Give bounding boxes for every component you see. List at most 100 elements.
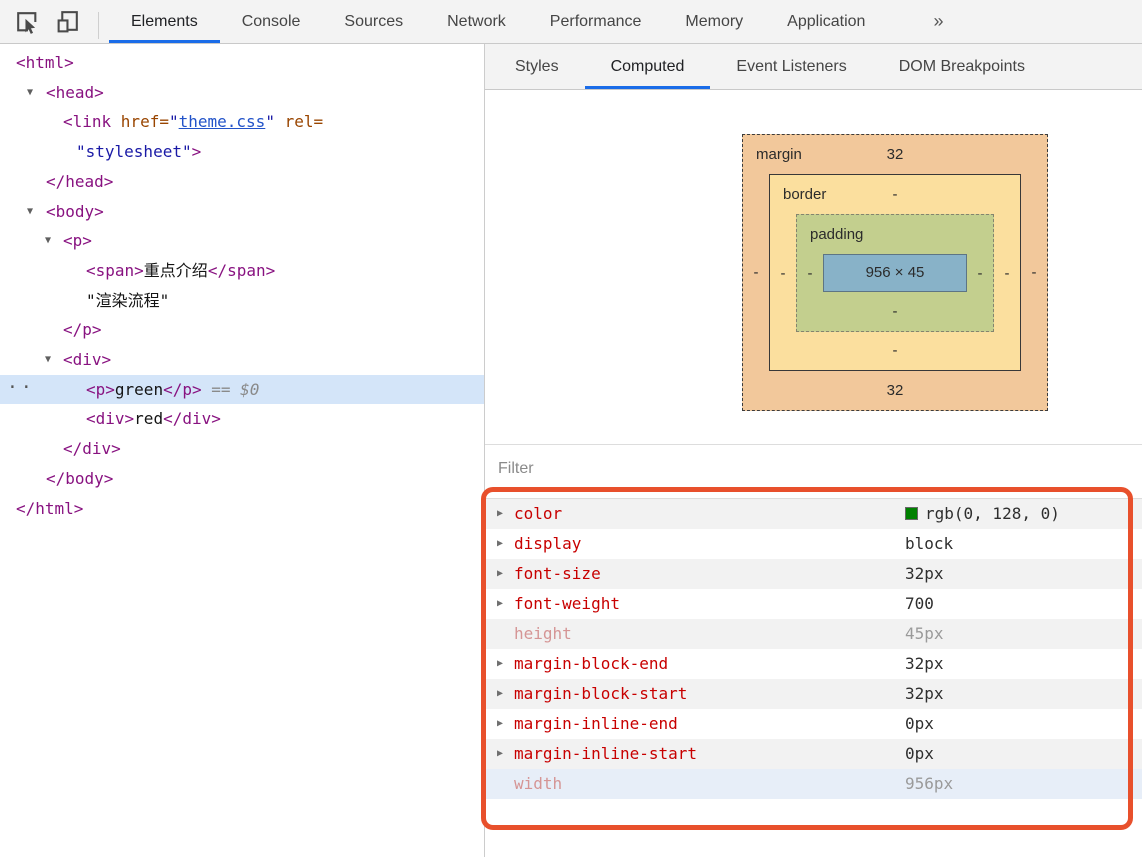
dom-tree-node[interactable]: </div> <box>0 434 484 464</box>
dom-tree-node[interactable]: <html> <box>0 48 484 78</box>
tab-performance[interactable]: Performance <box>528 0 664 43</box>
property-value: block <box>905 529 953 559</box>
tab-dom-breakpoints[interactable]: DOM Breakpoints <box>873 44 1051 89</box>
border-left-value[interactable]: - <box>770 265 796 282</box>
margin-left-value[interactable]: - <box>743 264 769 281</box>
elements-dom-tree: <html> ▼ <head> <link href="theme.css" re… <box>0 44 485 857</box>
expand-arrow-icon[interactable]: ▶ <box>497 529 503 559</box>
devtools-window: Elements Console Sources Network Perform… <box>0 0 1142 857</box>
code-token: </p> <box>63 320 102 339</box>
box-model-content[interactable]: 956 × 45 <box>823 254 967 292</box>
computed-property-row[interactable]: ▶ margin-inline-start 0px <box>485 739 1142 769</box>
code-token: </html> <box>16 499 83 518</box>
property-value: 32px <box>905 559 944 589</box>
property-name: font-size <box>514 564 601 583</box>
expand-arrow-icon[interactable]: ▶ <box>497 679 503 709</box>
code-token: </p> <box>163 380 202 399</box>
tree-expand-icon[interactable]: ▼ <box>27 78 33 108</box>
padding-right-value[interactable]: - <box>967 265 993 282</box>
computed-property-row[interactable]: ▶ margin-inline-end 0px <box>485 709 1142 739</box>
property-name: height <box>514 624 572 643</box>
inspect-element-button[interactable] <box>8 4 44 40</box>
code-token: <p> <box>86 380 115 399</box>
expand-arrow-icon[interactable]: ▶ <box>497 739 503 769</box>
dom-tree-node[interactable]: <span>重点介绍</span> <box>0 256 484 286</box>
dom-tree-node[interactable]: ▼<body> <box>0 197 484 227</box>
device-toolbar-button[interactable] <box>50 4 86 40</box>
box-model-section: margin 32 - border - - <box>485 90 1142 444</box>
tab-event-listeners[interactable]: Event Listeners <box>710 44 872 89</box>
computed-property-row[interactable]: ▶ color rgb(0, 128, 0) <box>485 499 1142 529</box>
dom-tree-node[interactable]: "stylesheet"> <box>0 137 484 167</box>
box-model-margin[interactable]: margin 32 - border - - <box>742 134 1048 411</box>
property-value: 0px <box>905 739 934 769</box>
dom-tree-node[interactable]: ▼ <head> <box>0 78 484 108</box>
tab-computed[interactable]: Computed <box>585 44 711 89</box>
expand-arrow-icon[interactable]: ▶ <box>497 559 503 589</box>
property-value: 32px <box>905 679 944 709</box>
computed-property-row[interactable]: width 956px <box>485 769 1142 799</box>
dom-tree-node[interactable]: </html> <box>0 494 484 524</box>
dom-tree-node[interactable]: <div>red</div> <box>0 404 484 434</box>
property-value: 700 <box>905 589 934 619</box>
padding-left-value[interactable]: - <box>797 265 823 282</box>
code-token: </head> <box>46 172 113 191</box>
tab-network[interactable]: Network <box>425 0 528 43</box>
code-token: </span> <box>208 261 275 280</box>
padding-bottom-value[interactable]: - <box>797 292 993 331</box>
overflow-dots-icon: ·· <box>7 373 35 403</box>
code-token: green <box>115 380 163 399</box>
more-tabs-chevron-icon[interactable]: » <box>919 0 957 43</box>
dom-tree-node[interactable]: </head> <box>0 167 484 197</box>
code-token: red <box>134 409 163 428</box>
code-token: <head> <box>46 83 104 102</box>
dom-tree-node[interactable]: ▼<p> <box>0 226 484 256</box>
dom-tree-node[interactable]: "渲染流程" <box>0 286 484 316</box>
expand-arrow-icon[interactable]: ▶ <box>497 709 503 739</box>
margin-right-value[interactable]: - <box>1021 264 1047 281</box>
tree-expand-icon[interactable]: ▼ <box>27 197 33 227</box>
resource-link[interactable]: theme.css <box>179 112 266 131</box>
toolbar-icon-group <box>0 0 109 43</box>
code-token: "渲染流程" <box>86 291 169 310</box>
border-label: border <box>783 175 826 214</box>
expand-arrow-icon[interactable]: ▶ <box>497 589 503 619</box>
expand-arrow-icon[interactable]: ▶ <box>497 499 503 529</box>
expand-arrow-icon[interactable]: ▶ <box>497 649 503 679</box>
computed-property-row[interactable]: ▶ margin-block-end 32px <box>485 649 1142 679</box>
margin-bottom-value[interactable]: 32 <box>743 371 1047 410</box>
computed-property-row[interactable]: ▶ margin-block-start 32px <box>485 679 1142 709</box>
filter-input[interactable]: Filter <box>485 445 1142 499</box>
tab-memory[interactable]: Memory <box>663 0 765 43</box>
tab-sources[interactable]: Sources <box>322 0 425 43</box>
dom-tree-node-selected[interactable]: ··<p>green</p> == $0 <box>0 375 484 405</box>
code-token: <html> <box>16 53 74 72</box>
computed-property-row[interactable]: height 45px <box>485 619 1142 649</box>
code-token: rel= <box>285 112 324 131</box>
code-token: </div> <box>163 409 221 428</box>
tab-application[interactable]: Application <box>765 0 887 43</box>
box-model-border[interactable]: border - - padding <box>769 174 1021 371</box>
border-right-value[interactable]: - <box>994 265 1020 282</box>
dom-tree-node[interactable]: </p> <box>0 315 484 345</box>
computed-property-row[interactable]: ▶ display block <box>485 529 1142 559</box>
dom-tree-node[interactable]: ▼<div> <box>0 345 484 375</box>
property-name: margin-inline-end <box>514 714 678 733</box>
code-token: 重点介绍 <box>144 261 208 280</box>
dom-tree-node[interactable]: <link href="theme.css" rel= <box>0 107 484 137</box>
code-token: " <box>265 112 275 131</box>
property-value: 45px <box>905 619 944 649</box>
box-model-padding[interactable]: padding - 956 × 45 - - <box>796 214 994 332</box>
tab-console[interactable]: Console <box>220 0 323 43</box>
code-token: $0 <box>240 380 259 399</box>
property-value: 32px <box>905 649 944 679</box>
computed-property-row[interactable]: ▶ font-size 32px <box>485 559 1142 589</box>
property-name: margin-block-end <box>514 654 668 673</box>
computed-property-row[interactable]: ▶ font-weight 700 <box>485 589 1142 619</box>
dom-tree-node[interactable]: </body> <box>0 464 484 494</box>
tree-expand-icon[interactable]: ▼ <box>45 345 51 375</box>
tab-styles[interactable]: Styles <box>489 44 585 89</box>
tree-expand-icon[interactable]: ▼ <box>45 226 51 256</box>
tab-elements[interactable]: Elements <box>109 0 220 43</box>
border-bottom-value[interactable]: - <box>770 332 1020 370</box>
